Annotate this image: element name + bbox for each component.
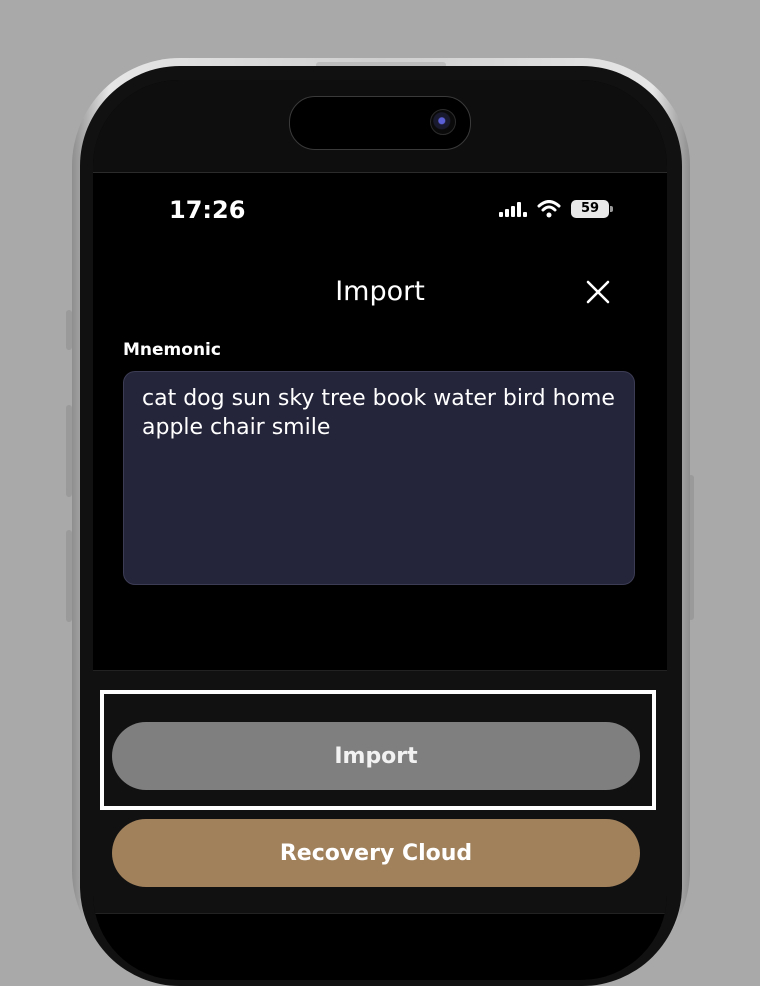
wifi-icon: [537, 200, 561, 218]
status-time: 17:26: [169, 196, 246, 224]
top-band-divider: [93, 172, 667, 173]
recovery-cloud-button[interactable]: Recovery Cloud: [112, 819, 640, 887]
page-title: Import: [335, 276, 425, 307]
status-icons: 59: [499, 200, 613, 218]
dynamic-island: [289, 96, 471, 150]
battery-icon: 59: [571, 200, 613, 218]
mnemonic-input[interactable]: cat dog sun sky tree book water bird hom…: [123, 371, 635, 585]
cellular-signal-icon: [499, 201, 527, 217]
close-icon[interactable]: [583, 277, 613, 307]
camera-icon: [430, 109, 456, 135]
import-button[interactable]: Import: [112, 722, 640, 790]
mnemonic-label: Mnemonic: [123, 340, 221, 360]
